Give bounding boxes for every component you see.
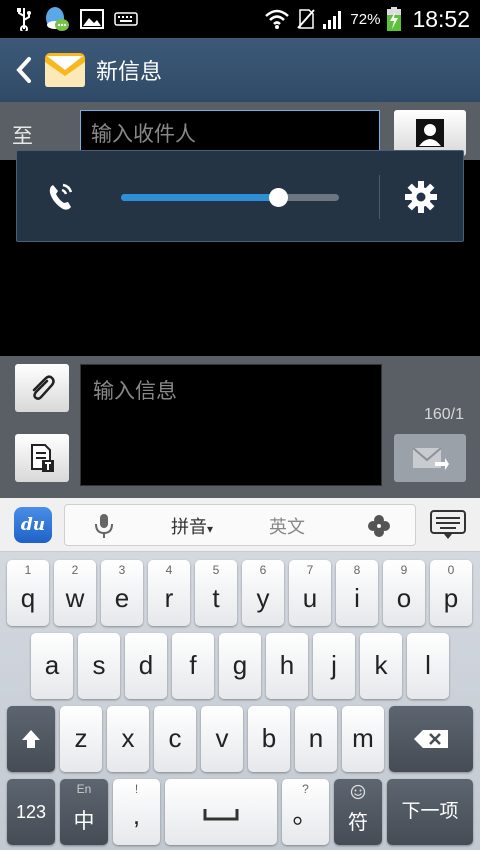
key-k[interactable]: k	[360, 633, 402, 699]
qq-icon	[46, 7, 69, 31]
status-bar: 72% 18:52	[0, 0, 480, 38]
ime-toolbar: du 拼音▾ 英文	[0, 498, 480, 552]
gear-icon[interactable]	[403, 179, 439, 215]
language-key[interactable]: En 中	[60, 779, 108, 845]
space-key[interactable]	[165, 779, 277, 845]
template-button[interactable]	[15, 434, 69, 482]
contact-icon	[416, 119, 444, 147]
key-c[interactable]: c	[154, 706, 196, 772]
to-label: 至	[12, 124, 33, 148]
key-i[interactable]: 8i	[336, 560, 378, 626]
send-icon	[412, 447, 449, 470]
symbol-key[interactable]: 符	[334, 779, 382, 845]
key-f[interactable]: f	[172, 633, 214, 699]
next-field-key[interactable]: 下一项	[387, 779, 473, 845]
period-key[interactable]: ?。	[282, 779, 329, 845]
emoji-icon	[350, 784, 366, 800]
key-b[interactable]: b	[248, 706, 290, 772]
template-icon	[31, 444, 54, 472]
action-bar: 新信息	[0, 38, 480, 102]
clover-icon[interactable]	[367, 514, 391, 538]
key-w[interactable]: 2w	[54, 560, 96, 626]
key-p[interactable]: 0p	[430, 560, 472, 626]
volume-fill	[121, 194, 278, 201]
key-t[interactable]: 5t	[195, 560, 237, 626]
key-g[interactable]: g	[219, 633, 261, 699]
no-sim-icon	[297, 9, 316, 29]
shift-arrow-icon	[22, 730, 40, 748]
key-m[interactable]: m	[342, 706, 384, 772]
ime-mode-panel: 拼音▾ 英文	[64, 504, 416, 546]
phone-volume-icon	[49, 183, 73, 210]
key-s[interactable]: s	[78, 633, 120, 699]
mic-icon[interactable]	[93, 513, 115, 539]
key-a[interactable]: a	[31, 633, 73, 699]
envelope-icon	[45, 53, 85, 87]
divider	[379, 175, 380, 219]
key-q[interactable]: 1q	[7, 560, 49, 626]
image-icon	[80, 9, 104, 29]
punctuation-key[interactable]: !,	[113, 779, 160, 845]
pinyin-mode[interactable]: 拼音▾	[171, 513, 213, 539]
volume-panel	[16, 150, 464, 242]
battery-percent: 72%	[350, 10, 381, 28]
shift-key[interactable]	[7, 706, 55, 772]
message-input[interactable]: 输入信息	[80, 364, 382, 486]
clock: 18:52	[412, 5, 470, 32]
key-h[interactable]: h	[266, 633, 308, 699]
page-title: 新信息	[96, 60, 163, 85]
keyboard-hide-icon[interactable]	[430, 510, 466, 540]
key-y[interactable]: 6y	[242, 560, 284, 626]
volume-slider[interactable]	[121, 188, 339, 207]
char-counter: 160/1	[423, 406, 464, 423]
key-e[interactable]: 3e	[101, 560, 143, 626]
english-mode[interactable]: 英文	[269, 513, 305, 539]
key-v[interactable]: v	[201, 706, 243, 772]
key-x[interactable]: x	[107, 706, 149, 772]
wifi-icon	[265, 9, 290, 29]
ime-logo[interactable]: du	[14, 507, 52, 543]
key-d[interactable]: d	[125, 633, 167, 699]
number-key[interactable]: 123	[7, 779, 55, 845]
volume-thumb[interactable]	[268, 188, 288, 207]
key-z[interactable]: z	[60, 706, 102, 772]
key-r[interactable]: 4r	[148, 560, 190, 626]
compose-area: 输入信息 160/1	[0, 356, 480, 498]
keyboard-icon	[114, 12, 138, 26]
keyboard: 1q 2w 3e 4r 5t 6y 7u 8i 9o 0p a s d f g …	[0, 552, 480, 850]
paperclip-icon	[32, 375, 55, 400]
signal-icon	[323, 11, 342, 29]
chevron-left-icon	[16, 57, 31, 83]
key-u[interactable]: 7u	[289, 560, 331, 626]
key-o[interactable]: 9o	[383, 560, 425, 626]
chevron-down-icon: ▾	[207, 522, 214, 536]
key-j[interactable]: j	[313, 633, 355, 699]
backspace-icon	[414, 730, 448, 748]
key-l[interactable]: l	[407, 633, 449, 699]
space-icon	[203, 809, 239, 821]
backspace-key[interactable]	[389, 706, 473, 772]
key-n[interactable]: n	[295, 706, 337, 772]
back-button[interactable]	[6, 38, 42, 102]
attach-button[interactable]	[15, 364, 69, 412]
battery-charging-icon	[387, 7, 402, 31]
usb-icon	[17, 8, 31, 31]
send-button[interactable]	[394, 434, 466, 482]
